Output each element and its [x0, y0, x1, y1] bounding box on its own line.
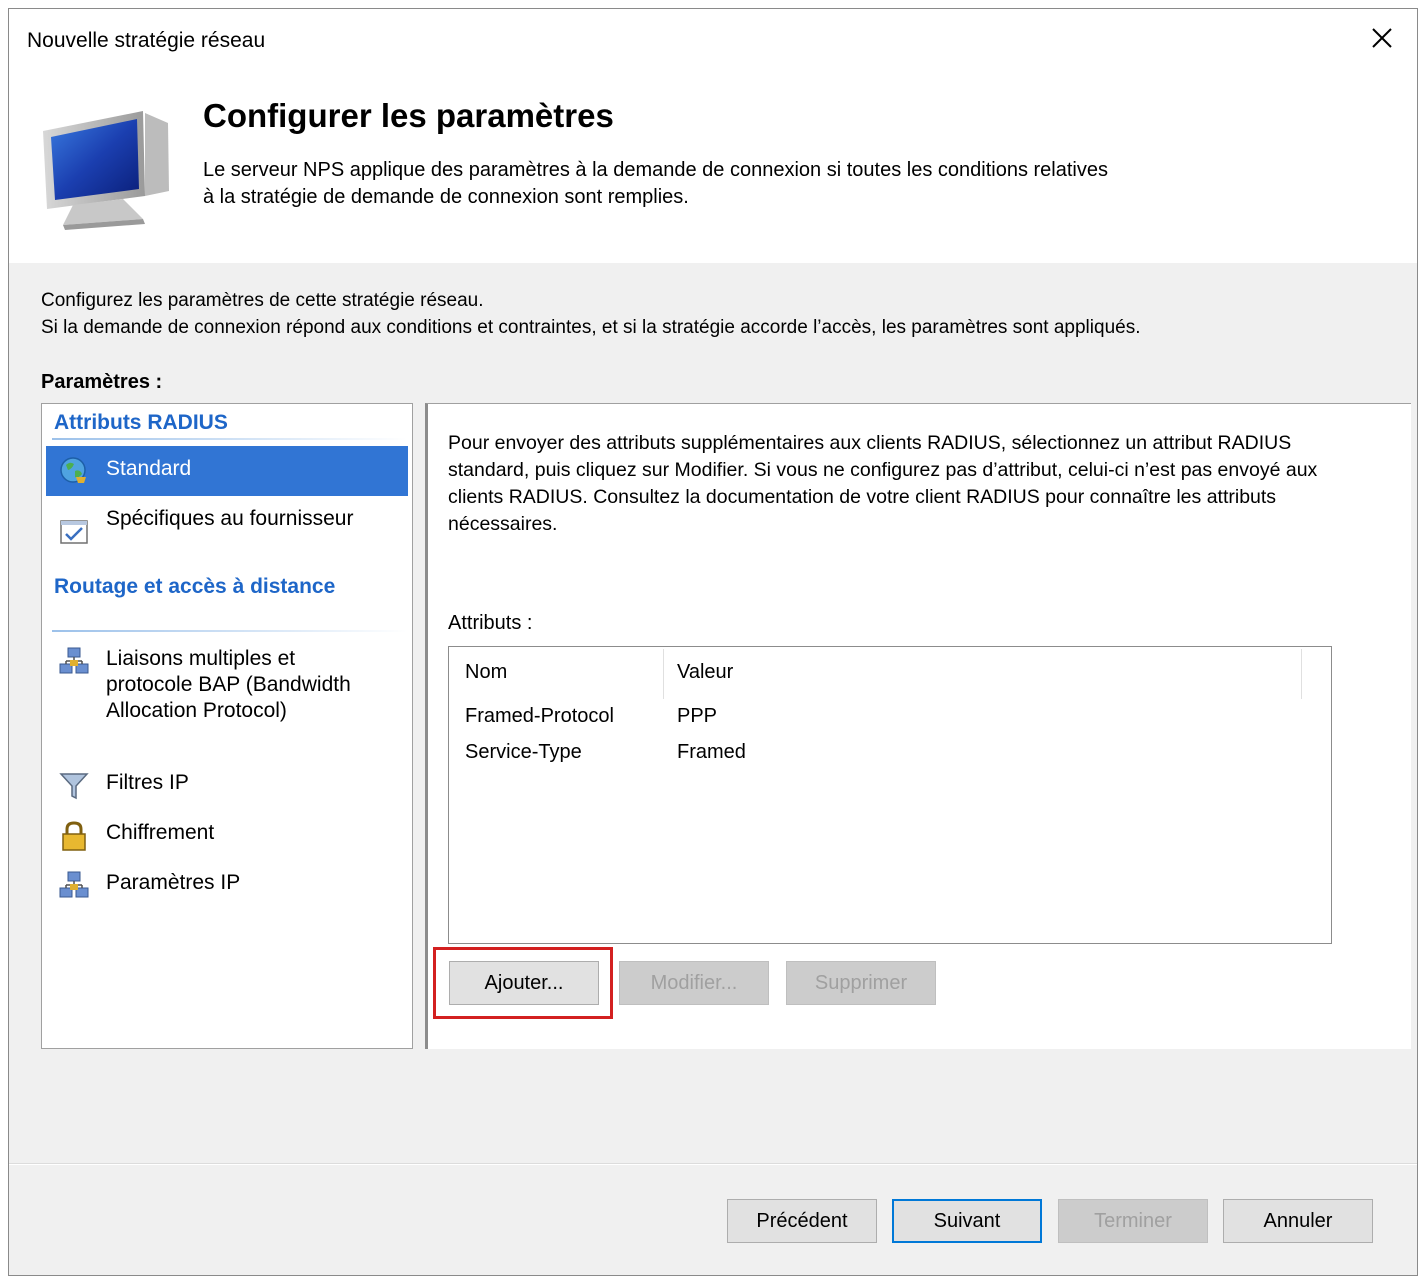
section-divider: [52, 438, 407, 440]
page-title: Configurer les paramètres: [203, 97, 614, 134]
title-bar: Nouvelle stratégie réseau: [9, 9, 1417, 71]
section-radius-attributes: Attributs RADIUS: [54, 411, 228, 434]
network-icon: [59, 871, 89, 898]
lock-icon: [62, 821, 86, 851]
nav-label: Chiffrement: [106, 821, 215, 844]
previous-button[interactable]: Précédent: [727, 1199, 877, 1243]
next-button[interactable]: Suivant: [892, 1199, 1042, 1243]
network-icon: [59, 647, 89, 674]
edit-button[interactable]: Modifier...: [619, 961, 769, 1005]
attributes-list[interactable]: Nom Valeur Framed-Protocol PPP Service-T…: [448, 646, 1332, 944]
nav-label: Spécifiques au fournisseur: [106, 507, 354, 530]
window-title: Nouvelle stratégie réseau: [27, 29, 266, 52]
content-description: Pour envoyer des attributs supplémentair…: [448, 432, 1318, 535]
dialog-window: Nouvelle stratégie réseau Configurer les…: [8, 8, 1418, 1276]
settings-label: Paramètres :: [41, 371, 163, 393]
nav-item-vendor-specific[interactable]: Spécifiques au fournisseur: [46, 504, 408, 560]
nav-item-ip-filters[interactable]: Filtres IP: [46, 766, 408, 806]
cell-name: Service-Type: [465, 741, 582, 763]
nav-label: Filtres IP: [106, 771, 189, 794]
nav-label: Standard: [106, 457, 192, 480]
cell-value: Framed: [677, 741, 746, 763]
globe-icon: [60, 457, 86, 483]
cancel-button[interactable]: Annuler: [1223, 1199, 1373, 1243]
nav-item-ip-settings[interactable]: Paramètres IP: [46, 866, 408, 906]
column-header-name[interactable]: Nom: [465, 661, 507, 684]
close-icon[interactable]: [1367, 23, 1397, 53]
column-header-value[interactable]: Valeur: [677, 661, 733, 684]
checklist-icon: [60, 520, 88, 544]
cell-value: PPP: [677, 705, 718, 727]
highlight-annotation: [433, 947, 613, 1019]
nav-item-encryption[interactable]: Chiffrement: [46, 816, 408, 856]
monitor-icon: [43, 111, 169, 230]
cell-name: Framed-Protocol: [465, 705, 614, 727]
section-divider: [52, 630, 407, 632]
nav-item-multilink-bap[interactable]: Liaisons multiples et protocole BAP (Ban…: [46, 644, 408, 748]
page-description: Le serveur NPS applique des paramètres à…: [203, 159, 1108, 208]
delete-button[interactable]: Supprimer: [786, 961, 936, 1005]
nav-label: Liaisons multiples et protocole BAP (Ban…: [106, 647, 351, 722]
settings-nav-panel: Attributs RADIUS Standard Spécifiques au…: [41, 403, 413, 1049]
column-separator[interactable]: [1301, 649, 1302, 699]
finish-button[interactable]: Terminer: [1058, 1199, 1208, 1243]
attributes-label: Attributs :: [448, 612, 533, 634]
filter-icon: [59, 773, 89, 800]
wizard-header: Configurer les paramètres Le serveur NPS…: [9, 71, 1417, 263]
nav-label: Paramètres IP: [106, 871, 241, 894]
column-separator[interactable]: [663, 649, 664, 699]
intro-text: Configurez les paramètres de cette strat…: [41, 290, 1141, 338]
section-routing-remote-access: Routage et accès à distance: [54, 575, 336, 598]
footer-divider: [9, 1164, 1417, 1165]
nav-item-standard[interactable]: Standard: [46, 446, 408, 496]
